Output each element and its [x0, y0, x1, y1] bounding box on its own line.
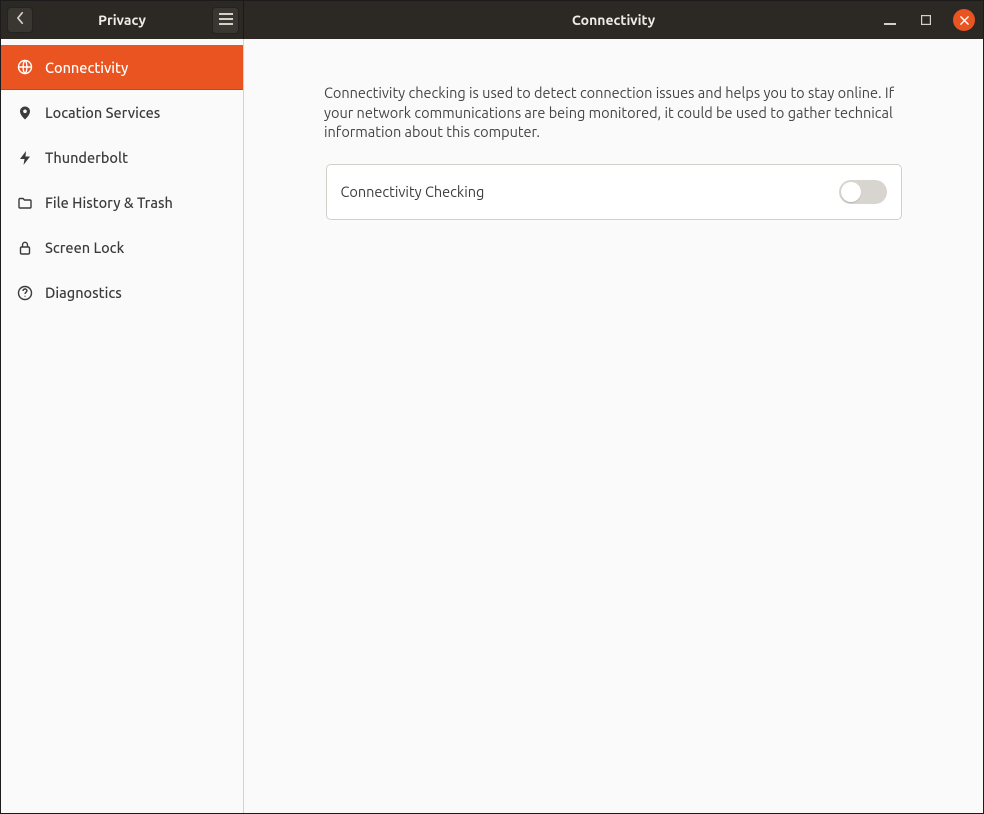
minimize-button[interactable] — [881, 11, 899, 29]
sidebar-item-screen-lock[interactable]: Screen Lock — [1, 225, 243, 270]
sidebar-item-diagnostics[interactable]: Diagnostics — [1, 270, 243, 315]
sidebar-item-thunderbolt[interactable]: Thunderbolt — [1, 135, 243, 180]
folder-icon — [17, 195, 33, 211]
help-icon — [17, 285, 33, 301]
sidebar-item-label: Location Services — [45, 104, 160, 121]
hamburger-menu-button[interactable] — [212, 7, 239, 34]
sidebar-item-location[interactable]: Location Services — [1, 90, 243, 135]
globe-icon — [17, 59, 33, 75]
settings-window: Privacy Connectivity — [0, 0, 984, 814]
chevron-left-icon — [16, 11, 25, 29]
titlebar: Privacy Connectivity — [1, 1, 983, 39]
window-controls — [881, 9, 975, 31]
sidebar-item-label: File History & Trash — [45, 194, 173, 211]
sidebar-item-connectivity[interactable]: Connectivity — [1, 45, 243, 90]
minimize-icon — [884, 11, 896, 29]
hamburger-icon — [219, 11, 233, 29]
back-button[interactable] — [7, 7, 33, 33]
sidebar-item-label: Connectivity — [45, 59, 128, 76]
sidebar-item-file-history[interactable]: File History & Trash — [1, 180, 243, 225]
thunderbolt-icon — [17, 150, 33, 166]
connectivity-checking-toggle[interactable] — [839, 180, 887, 204]
maximize-icon — [921, 11, 931, 29]
main-panel: Connectivity checking is used to detect … — [244, 39, 983, 813]
page-title: Connectivity — [244, 12, 983, 28]
content: Connectivity Location Services Thunderbo… — [1, 39, 983, 813]
titlebar-right: Connectivity — [244, 1, 983, 39]
description-text: Connectivity checking is used to detect … — [324, 83, 903, 142]
toggle-thumb — [841, 182, 861, 202]
close-button[interactable] — [953, 9, 975, 31]
location-icon — [17, 105, 33, 121]
maximize-button[interactable] — [917, 11, 935, 29]
sidebar-item-label: Screen Lock — [45, 239, 124, 256]
sidebar-title: Privacy — [1, 12, 243, 28]
lock-icon — [17, 240, 33, 256]
setting-label: Connectivity Checking — [341, 183, 485, 200]
sidebar: Connectivity Location Services Thunderbo… — [1, 39, 244, 813]
titlebar-left: Privacy — [1, 1, 244, 39]
sidebar-item-label: Diagnostics — [45, 284, 122, 301]
sidebar-item-label: Thunderbolt — [45, 149, 128, 166]
connectivity-checking-row: Connectivity Checking — [326, 164, 902, 220]
close-icon — [960, 11, 969, 29]
